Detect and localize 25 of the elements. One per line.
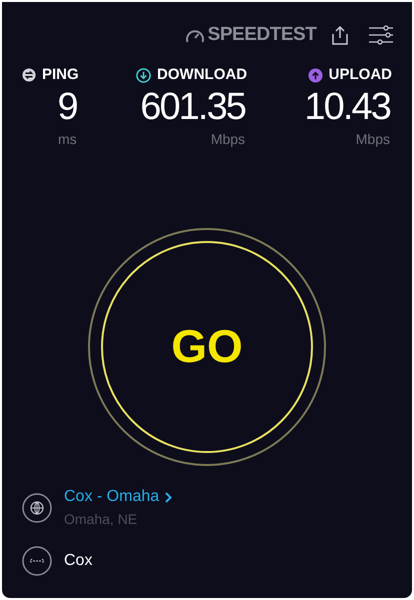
share-button[interactable] — [332, 25, 348, 45]
ping-icon — [22, 68, 36, 82]
metric-unit: ms — [58, 130, 77, 148]
share-icon — [332, 25, 348, 45]
metric-label: DOWNLOAD — [157, 65, 248, 85]
server-link[interactable]: Cox - Omaha — [64, 485, 172, 509]
metric-value: 601.35 — [140, 86, 246, 126]
globe-icon — [22, 492, 52, 522]
gauge-icon — [184, 27, 205, 43]
download-icon — [136, 68, 152, 83]
upload-icon — [308, 68, 323, 83]
speedtest-logo: SPEEDTEST — [208, 22, 316, 47]
server-location: Omaha, NE — [64, 510, 138, 529]
connection-icon — [22, 546, 52, 576]
metric-label: PING — [42, 65, 79, 85]
go-button[interactable]: GO — [101, 240, 313, 452]
provider-name: Cox — [64, 551, 92, 571]
metric-value: 10.43 — [304, 86, 390, 126]
metric-unit: Mbps — [356, 130, 390, 149]
metric-unit: Mbps — [210, 130, 246, 149]
settings-button[interactable] — [368, 25, 394, 45]
metric-value: 9 — [57, 86, 77, 126]
metric-label: UPLOAD — [328, 65, 392, 85]
settings-icon — [368, 25, 394, 45]
chevron-icon — [165, 492, 172, 502]
